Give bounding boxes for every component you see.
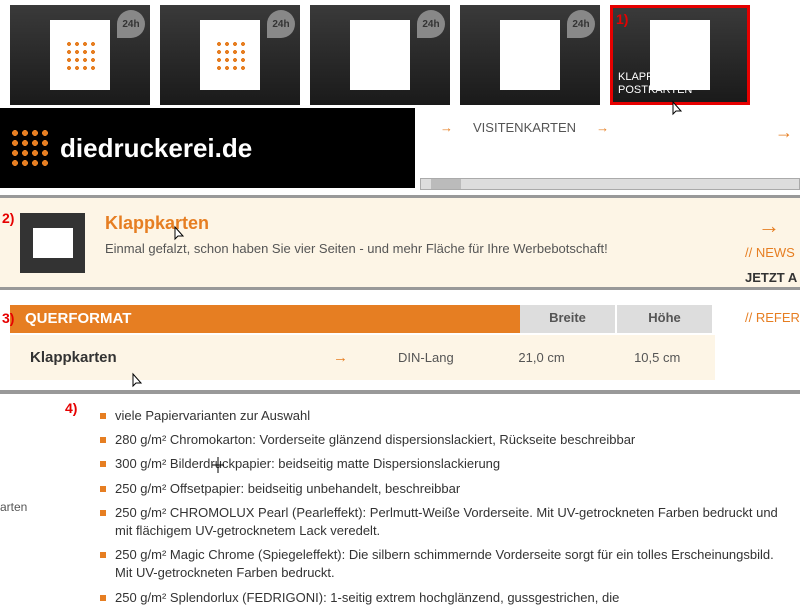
paper-variants-panel: viele Papiervarianten zur Auswahl280 g/m… [0, 390, 800, 600]
arrow-right-icon[interactable]: → [775, 122, 793, 143]
row-name: Klappkarten → [10, 349, 368, 366]
paper-list-item: 250 g/m² CHROMOLUX Pearl (Pearleffekt): … [100, 501, 780, 543]
step-number-2: 2) [2, 210, 14, 226]
paper-list: viele Papiervarianten zur Auswahl280 g/m… [100, 404, 780, 610]
step-number-4: 4) [65, 400, 77, 416]
tile-icon [200, 20, 260, 90]
step-number-3: 3) [2, 310, 14, 326]
product-tile-3[interactable]: 24h [310, 5, 450, 105]
paper-list-item: viele Papiervarianten zur Auswahl [100, 404, 780, 428]
format-row-klappkarten[interactable]: Klappkarten → DIN-Lang 21,0 cm 10,5 cm [10, 335, 715, 380]
nav-visitenkarten[interactable]: VISITENKARTEN [473, 120, 576, 135]
badge-24h-icon: 24h [267, 10, 295, 38]
panel-text: Klappkarten Einmal gefalzt, schon haben … [105, 213, 738, 272]
tile-icon [500, 20, 560, 90]
panel-title: Klappkarten [105, 213, 738, 234]
product-tile-4[interactable]: 24h [460, 5, 600, 105]
site-logo[interactable]: diedruckerei.de [0, 108, 415, 188]
product-tile-2[interactable]: 24h [160, 5, 300, 105]
badge-24h-icon: 24h [567, 10, 595, 38]
arrow-right-icon[interactable]: → [758, 213, 780, 239]
sidebar-news: // NEWS JETZT A // REFER [745, 240, 800, 330]
klappkarten-panel[interactable]: Klappkarten Einmal gefalzt, schon haben … [0, 195, 800, 290]
refer-label: // REFER [745, 305, 800, 330]
panel-thumbnail [20, 213, 85, 273]
paper-list-item: 250 g/m² Magic Chrome (Spiegeleffekt): D… [100, 543, 780, 585]
badge-24h-icon: 24h [117, 10, 145, 38]
jetzt-label: JETZT A [745, 265, 800, 290]
tile-icon [50, 20, 110, 90]
paper-list-item: 300 g/m² Bilderdruckpapier: beidseitig m… [100, 452, 780, 476]
product-tile-klappkarten[interactable]: 1) KLAPP-/POSTKARTEN [610, 5, 750, 105]
arrow-right-icon: → [440, 120, 453, 135]
panel-description: Einmal gefalzt, schon haben Sie vier Sei… [105, 239, 738, 259]
badge-24h-icon: 24h [417, 10, 445, 38]
arrow-right-icon: → [596, 120, 609, 135]
step-number-1: 1) [616, 11, 628, 27]
arrow-right-icon: → [333, 349, 348, 366]
col-breite: Breite [520, 305, 615, 333]
paper-list-item: 250 g/m² Splendorlux (FEDRIGONI): 1-seit… [100, 586, 780, 610]
logo-icon [10, 128, 50, 168]
paper-list-item: 250 g/m² Offsetpapier: beidseitig unbeha… [100, 477, 780, 501]
cell-format: DIN-Lang [368, 350, 484, 365]
col-hoehe: Höhe [617, 305, 712, 333]
tile-icon [350, 20, 410, 90]
product-tiles-row: 24h 24h 24h 24h 1) KLAPP-/POSTKARTEN [0, 0, 800, 110]
tile-label: KLAPP-/POSTKARTEN [618, 71, 692, 97]
paper-list-item: 280 g/m² Chromokarton: Vorderseite glänz… [100, 428, 780, 452]
cell-hoehe: 10,5 cm [599, 350, 715, 365]
cell-breite: 21,0 cm [484, 350, 600, 365]
product-tile-1[interactable]: 24h [10, 5, 150, 105]
nav-links: → VISITENKARTEN → [440, 120, 609, 135]
logo-text: diedruckerei.de [60, 133, 252, 164]
scrollbar-thumb[interactable] [431, 179, 461, 189]
news-label: // NEWS [745, 240, 800, 265]
horizontal-scrollbar[interactable] [420, 178, 800, 190]
sidebar-fragment: arten [0, 500, 50, 514]
table-header: Breite Höhe [520, 305, 714, 333]
querformat-header: QUERFORMAT [10, 305, 520, 333]
